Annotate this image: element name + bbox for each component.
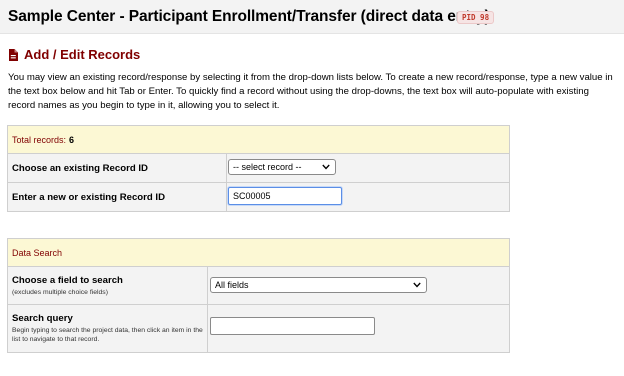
records-table: Total records: 6 Choose an existing Reco… bbox=[7, 125, 510, 212]
enter-record-label-cell: Enter a new or existing Record ID bbox=[8, 183, 227, 211]
data-search-table: Data Search Choose a field to search (ex… bbox=[7, 238, 510, 353]
search-query-row: Search query Begin typing to search the … bbox=[8, 305, 509, 352]
total-records-count: 6 bbox=[69, 134, 75, 145]
choose-record-row: Choose an existing Record ID -- select r… bbox=[8, 154, 509, 183]
record-select-value: -- select record -- bbox=[233, 162, 302, 172]
search-field-label-cell: Choose a field to search (excludes multi… bbox=[8, 267, 208, 304]
intro-text: You may view an existing record/response… bbox=[8, 72, 613, 111]
search-field-select[interactable]: All fields bbox=[210, 277, 427, 293]
section-title: Add / Edit Records bbox=[24, 47, 141, 62]
search-field-select-value: All fields bbox=[215, 280, 249, 290]
search-field-sublabel: (excludes multiple choice fields) bbox=[12, 288, 108, 296]
search-query-sublabel: Begin typing to search the project data,… bbox=[12, 327, 203, 343]
data-search-header: Data Search bbox=[8, 239, 509, 267]
total-records-label: Total records: bbox=[12, 134, 67, 145]
search-field-label: Choose a field to search bbox=[12, 274, 123, 286]
chevron-down-icon bbox=[322, 164, 330, 170]
choose-record-label-cell: Choose an existing Record ID bbox=[8, 154, 227, 182]
record-id-input[interactable]: SC00005 bbox=[228, 187, 342, 205]
project-title: Sample Center - Participant Enrollment/T… bbox=[8, 8, 490, 25]
enter-record-row: Enter a new or existing Record ID SC0000… bbox=[8, 183, 509, 211]
enter-record-label: Enter a new or existing Record ID bbox=[12, 191, 166, 203]
total-records-header: Total records: 6 bbox=[8, 126, 509, 154]
pid-badge: PID 98 bbox=[457, 11, 495, 24]
search-field-row: Choose a field to search (excludes multi… bbox=[8, 267, 509, 305]
search-query-input[interactable] bbox=[210, 317, 375, 335]
record-select[interactable]: -- select record -- bbox=[228, 159, 336, 175]
search-query-label: Search query bbox=[12, 313, 73, 324]
choose-record-label: Choose an existing Record ID bbox=[12, 162, 148, 174]
title-bar: Sample Center - Participant Enrollment/T… bbox=[0, 0, 624, 34]
section-header: Add / Edit Records bbox=[8, 47, 140, 62]
search-query-label-cell: Search query Begin typing to search the … bbox=[8, 305, 208, 352]
record-file-icon bbox=[8, 48, 18, 61]
chevron-down-icon bbox=[413, 282, 421, 288]
